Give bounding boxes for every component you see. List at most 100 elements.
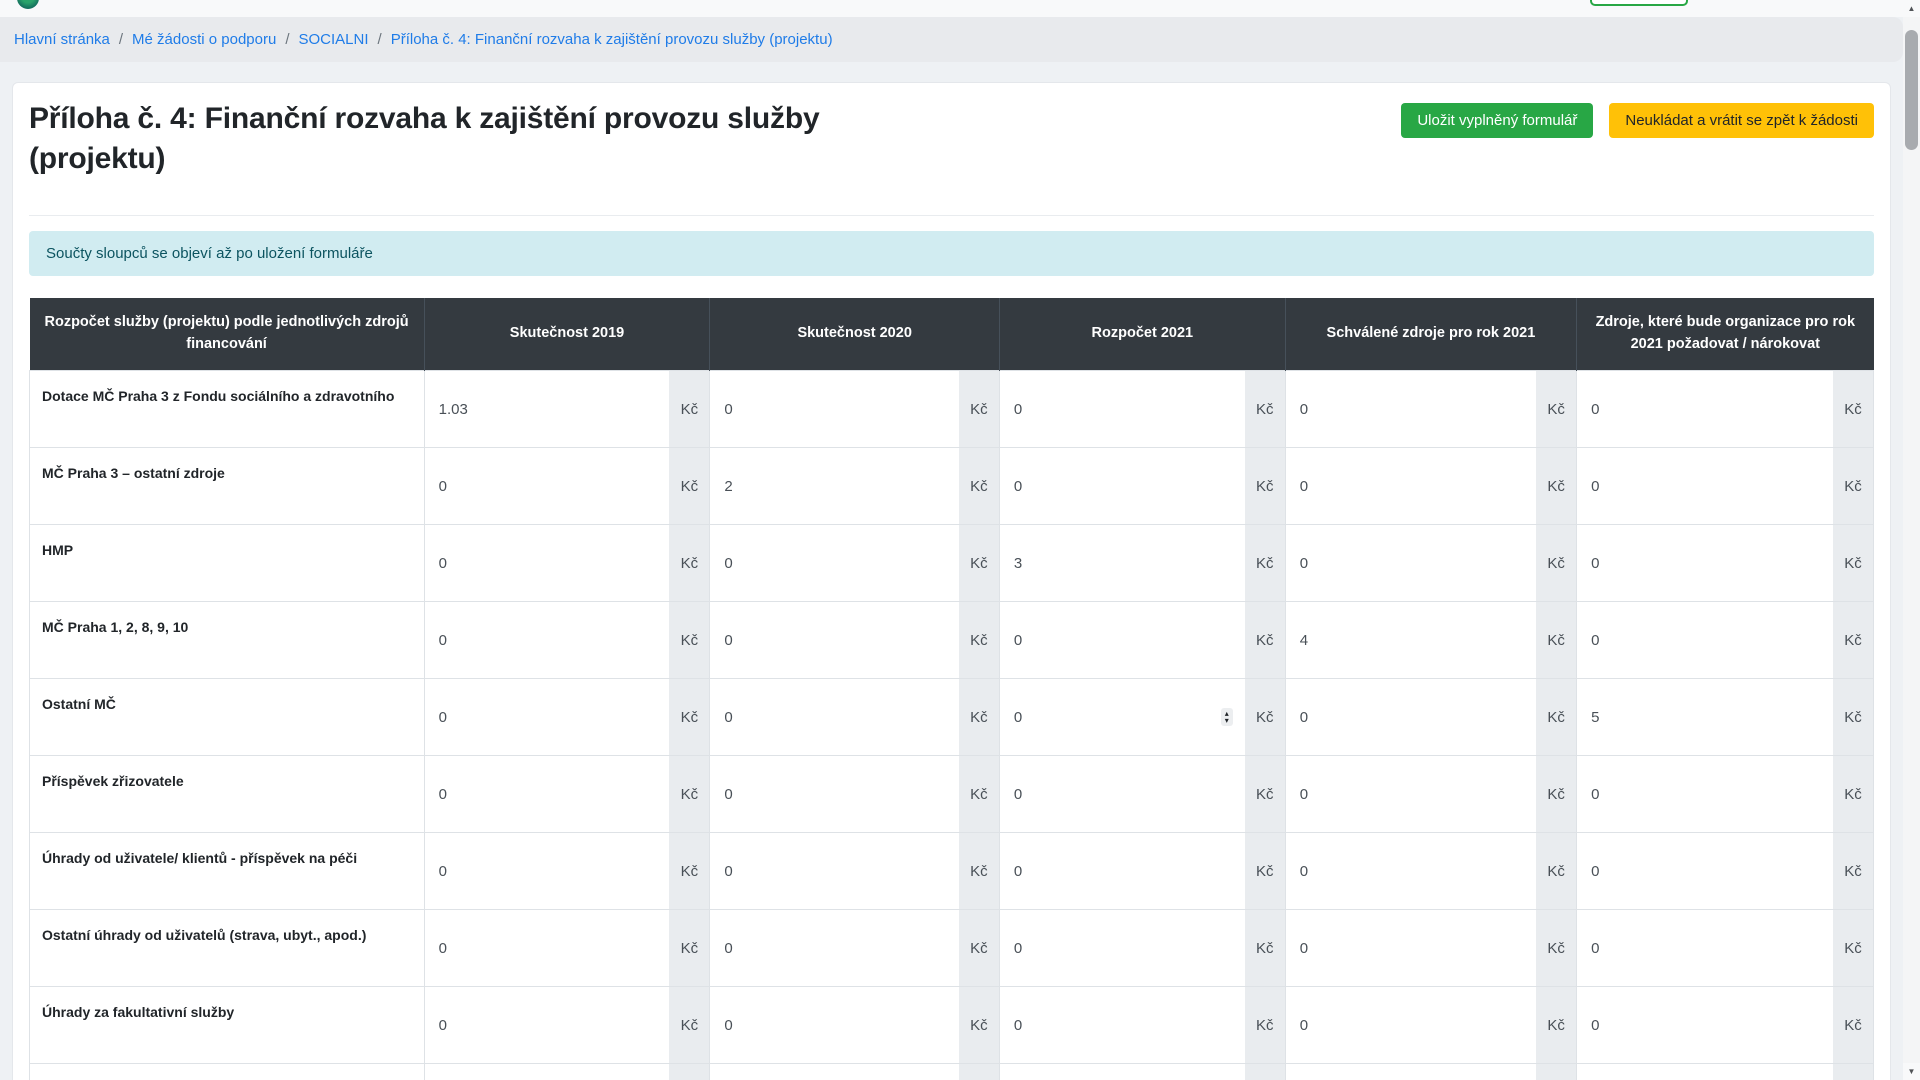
topbar-partial-button[interactable] <box>1590 0 1688 6</box>
amount-input[interactable] <box>1000 756 1245 832</box>
amount-input[interactable] <box>425 602 670 678</box>
amount-input[interactable] <box>710 679 959 755</box>
amount-input[interactable] <box>710 910 959 986</box>
amount-input[interactable] <box>1286 987 1536 1063</box>
amount-input[interactable] <box>425 833 670 909</box>
amount-input[interactable] <box>1577 987 1833 1063</box>
amount-input[interactable] <box>1577 833 1833 909</box>
amount-input[interactable] <box>1577 1064 1833 1080</box>
amount-cell: Kč <box>424 602 710 679</box>
amount-input[interactable] <box>1000 602 1245 678</box>
amount-input[interactable] <box>1286 756 1536 832</box>
currency-suffix: Kč <box>669 525 709 601</box>
currency-suffix: Kč <box>959 756 999 832</box>
amount-input[interactable] <box>710 448 959 524</box>
currency-suffix: Kč <box>959 833 999 909</box>
amount-input[interactable] <box>1286 371 1536 447</box>
amount-cell: Kč <box>1285 448 1576 525</box>
currency-suffix: Kč <box>1833 448 1873 524</box>
amount-input[interactable] <box>1000 1064 1245 1080</box>
amount-cell: Kč <box>424 679 710 756</box>
breadcrumb-link[interactable]: SOCIALNI <box>298 31 368 48</box>
amount-input[interactable] <box>1577 679 1833 755</box>
amount-cell: Kč <box>999 448 1285 525</box>
divider <box>29 215 1874 216</box>
scroll-down-icon[interactable]: ▼ <box>1903 1063 1920 1080</box>
column-header: Skutečnost 2020 <box>710 298 1000 371</box>
amount-input[interactable] <box>1000 679 1245 755</box>
scroll-up-icon[interactable]: ▲ <box>1903 0 1920 17</box>
amount-input[interactable] <box>1000 910 1245 986</box>
currency-suffix: Kč <box>1245 833 1285 909</box>
currency-suffix: Kč <box>1833 910 1873 986</box>
currency-suffix: Kč <box>1245 602 1285 678</box>
number-spinner-icon[interactable]: ▴▾ <box>1221 708 1233 726</box>
table-row: MČ Praha 1, 2, 8, 9, 10KčKčKčKčKč <box>30 602 1874 679</box>
column-header: Schválené zdroje pro rok 2021 <box>1285 298 1576 371</box>
breadcrumb-link[interactable]: Mé žádosti o podporu <box>132 31 276 48</box>
amount-cell: Kč <box>1285 833 1576 910</box>
amount-input[interactable] <box>1577 602 1833 678</box>
amount-input[interactable] <box>710 371 959 447</box>
currency-suffix: Kč <box>959 371 999 447</box>
table-row: MČ Praha 3 – ostatní zdrojeKčKčKčKčKč <box>30 448 1874 525</box>
amount-input[interactable] <box>1577 756 1833 832</box>
breadcrumb-link[interactable]: Hlavní stránka <box>14 31 110 48</box>
amount-input[interactable] <box>1286 910 1536 986</box>
currency-suffix: Kč <box>1536 602 1576 678</box>
amount-cell: Kč <box>1285 525 1576 602</box>
amount-cell: Kč <box>999 371 1285 448</box>
amount-input[interactable] <box>1286 679 1536 755</box>
amount-input[interactable] <box>1000 371 1245 447</box>
amount-input[interactable] <box>710 602 959 678</box>
column-header: Zdroje, které bude organizace pro rok 20… <box>1577 298 1874 371</box>
amount-input[interactable] <box>1286 833 1536 909</box>
currency-suffix: Kč <box>959 987 999 1063</box>
amount-input[interactable] <box>425 448 670 524</box>
currency-suffix: Kč <box>1833 371 1873 447</box>
amount-input[interactable] <box>710 756 959 832</box>
currency-suffix: Kč <box>1245 910 1285 986</box>
amount-cell: Kč <box>1577 602 1874 679</box>
amount-input[interactable] <box>710 525 959 601</box>
form-card: Příloha č. 4: Finanční rozvaha k zajiště… <box>12 82 1891 1080</box>
amount-input[interactable] <box>1577 525 1833 601</box>
save-button[interactable]: Uložit vyplněný formulář <box>1401 103 1593 138</box>
amount-input[interactable] <box>1000 833 1245 909</box>
amount-input[interactable] <box>1286 525 1536 601</box>
page-title: Příloha č. 4: Finanční rozvaha k zajiště… <box>29 99 929 179</box>
amount-input[interactable] <box>1577 371 1833 447</box>
amount-input[interactable] <box>425 1064 670 1080</box>
amount-input[interactable] <box>425 910 670 986</box>
row-label: Příspěvek zřizovatele <box>30 756 425 833</box>
currency-suffix: Kč <box>959 679 999 755</box>
amount-input[interactable] <box>1577 910 1833 986</box>
currency-suffix: Kč <box>1833 679 1873 755</box>
amount-input[interactable] <box>1000 525 1245 601</box>
breadcrumb-link[interactable]: Příloha č. 4: Finanční rozvaha k zajiště… <box>391 31 833 48</box>
amount-input[interactable] <box>425 525 670 601</box>
scrollbar-thumb[interactable] <box>1905 30 1918 150</box>
amount-input[interactable] <box>425 756 670 832</box>
amount-cell: Kč <box>1285 371 1576 448</box>
vertical-scrollbar[interactable]: ▲ ▼ <box>1903 0 1920 1080</box>
amount-input[interactable] <box>1286 1064 1536 1080</box>
cancel-button[interactable]: Neukládat a vrátit se zpět k žádosti <box>1609 103 1874 138</box>
row-label: Úhrady od uživatele/ klientů - příspěvek… <box>30 833 425 910</box>
currency-suffix: Kč <box>1536 371 1576 447</box>
table-header: Rozpočet služby (projektu) podle jednotl… <box>30 298 1874 371</box>
amount-input[interactable] <box>1286 448 1536 524</box>
amount-input[interactable] <box>710 833 959 909</box>
amount-input[interactable] <box>710 1064 959 1080</box>
amount-input[interactable] <box>1000 987 1245 1063</box>
amount-input[interactable] <box>1286 602 1536 678</box>
amount-input[interactable] <box>425 987 670 1063</box>
amount-input[interactable] <box>1000 448 1245 524</box>
amount-input[interactable] <box>1577 448 1833 524</box>
amount-cell <box>710 1064 1000 1080</box>
amount-input[interactable] <box>425 679 670 755</box>
amount-input[interactable] <box>425 371 670 447</box>
amount-input[interactable] <box>710 987 959 1063</box>
card-header: Příloha č. 4: Finanční rozvaha k zajiště… <box>29 99 1874 179</box>
breadcrumb-separator: / <box>285 31 289 48</box>
